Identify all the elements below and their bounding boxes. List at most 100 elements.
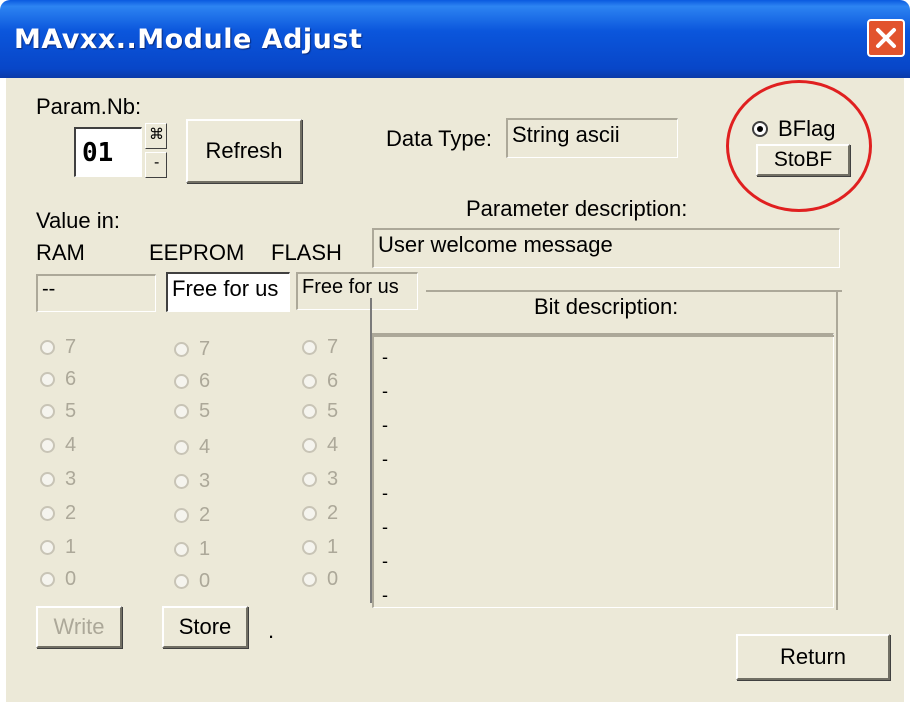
- radio-selected-icon: [752, 121, 768, 138]
- close-button[interactable]: [867, 19, 905, 57]
- bit-description-groupbox: [426, 290, 842, 292]
- flash-bit-radio: 5: [302, 400, 338, 423]
- radio-icon: [174, 542, 189, 558]
- radio-icon: [40, 506, 55, 522]
- eeprom-bit-radio[interactable]: 7: [174, 338, 210, 361]
- ram-bit-radio: 4: [40, 434, 76, 457]
- radio-icon: [174, 574, 189, 590]
- flash-bit-radio: 3: [302, 468, 338, 491]
- bit-label: 0: [65, 568, 77, 591]
- parameter-description-label: Parameter description:: [466, 196, 688, 221]
- refresh-button[interactable]: Refresh: [186, 119, 302, 183]
- ram-bit-radio: 3: [40, 468, 76, 491]
- bit-label: 5: [65, 400, 77, 423]
- radio-icon: [40, 572, 55, 588]
- flash-bit-radio: 0: [302, 568, 338, 591]
- radio-icon: [174, 404, 189, 420]
- ram-bit-radio: 6: [40, 368, 76, 391]
- data-type-field: String ascii: [506, 118, 678, 158]
- bit-description-list[interactable]: - - - - - - - -: [372, 333, 834, 608]
- ram-value-field: --: [36, 274, 156, 312]
- flash-bit-radio: 1: [302, 536, 338, 559]
- eeprom-bit-radio[interactable]: 6: [174, 370, 210, 393]
- bit-label: 6: [327, 370, 339, 393]
- stobf-button[interactable]: StoBF: [756, 144, 850, 176]
- list-item: -: [382, 347, 388, 367]
- spin-down-button[interactable]: -: [145, 152, 167, 178]
- bit-label: 3: [327, 468, 339, 491]
- radio-icon: [302, 404, 317, 420]
- list-item: -: [382, 381, 388, 401]
- list-item: -: [382, 585, 388, 605]
- return-button[interactable]: Return: [736, 634, 890, 680]
- radio-icon: [40, 340, 55, 356]
- bflag-label: BFlag: [778, 116, 836, 142]
- bit-label: 4: [199, 436, 211, 459]
- radio-icon: [174, 508, 189, 524]
- value-in-label: Value in:: [36, 208, 120, 233]
- bit-label: 1: [199, 538, 211, 561]
- radio-icon: [302, 374, 317, 390]
- bit-label: 6: [65, 368, 77, 391]
- eeprom-bit-radio[interactable]: 0: [174, 570, 210, 593]
- bit-label: 0: [327, 568, 339, 591]
- groupbox-right-edge: [836, 290, 838, 610]
- flash-bit-radio: 2: [302, 502, 338, 525]
- radio-icon: [174, 342, 189, 358]
- list-item: -: [382, 415, 388, 435]
- flash-value-field: Free for us: [296, 272, 418, 310]
- eeprom-bit-radio[interactable]: 5: [174, 400, 210, 423]
- store-button[interactable]: Store: [162, 606, 248, 648]
- radio-icon: [40, 438, 55, 454]
- bit-label: 2: [199, 504, 211, 527]
- bit-label: 4: [65, 434, 77, 457]
- data-type-label: Data Type:: [386, 126, 492, 151]
- spin-down-icon: -: [154, 154, 160, 171]
- list-item: -: [382, 483, 388, 503]
- eeprom-value-field[interactable]: Free for us: [166, 272, 290, 312]
- bit-label: 2: [65, 502, 77, 525]
- status-text: .: [268, 618, 275, 643]
- radio-icon: [302, 340, 317, 356]
- radio-icon: [302, 572, 317, 588]
- eeprom-bit-radio[interactable]: 3: [174, 470, 210, 493]
- radio-icon: [302, 506, 317, 522]
- write-button[interactable]: Write: [36, 606, 122, 648]
- radio-icon: [302, 438, 317, 454]
- spin-up-icon: ⌘: [149, 126, 164, 143]
- title-bar[interactable]: MAvxx..Module Adjust: [0, 0, 910, 78]
- bit-label: 2: [327, 502, 339, 525]
- flash-label: FLASH: [271, 240, 342, 265]
- eeprom-bit-radio[interactable]: 2: [174, 504, 210, 527]
- eeprom-label: EEPROM: [149, 240, 245, 265]
- radio-icon: [302, 540, 317, 556]
- ram-bit-radio: 0: [40, 568, 76, 591]
- eeprom-bit-radio[interactable]: 1: [174, 538, 210, 561]
- radio-icon: [302, 472, 317, 488]
- bit-label: 3: [199, 470, 211, 493]
- bit-label: 4: [327, 434, 339, 457]
- bit-label: 0: [199, 570, 211, 593]
- dialog-client: Param.Nb: 01 ⌘ - Refresh Data Type: Stri…: [6, 78, 904, 702]
- spin-up-button[interactable]: ⌘: [145, 123, 167, 149]
- ram-bit-radio: 5: [40, 400, 76, 423]
- ram-bit-radio: 2: [40, 502, 76, 525]
- eeprom-bit-radio[interactable]: 4: [174, 436, 210, 459]
- bit-label: 3: [65, 468, 77, 491]
- bit-description-label: Bit description:: [528, 294, 685, 320]
- list-item: -: [382, 449, 388, 469]
- bit-label: 6: [199, 370, 211, 393]
- radio-icon: [40, 372, 55, 388]
- bit-label: 7: [199, 338, 211, 361]
- flash-bit-radio: 7: [302, 336, 338, 359]
- radio-icon: [40, 472, 55, 488]
- bit-label: 7: [327, 336, 339, 359]
- bflag-radio[interactable]: BFlag: [752, 115, 835, 142]
- ram-bit-radio: 1: [40, 536, 76, 559]
- ram-bit-radio: 7: [40, 336, 76, 359]
- bit-label: 1: [327, 536, 339, 559]
- radio-icon: [174, 440, 189, 456]
- list-item: -: [382, 551, 388, 571]
- parameter-description-field: User welcome message: [372, 228, 840, 268]
- param-nb-field[interactable]: 01: [74, 127, 142, 177]
